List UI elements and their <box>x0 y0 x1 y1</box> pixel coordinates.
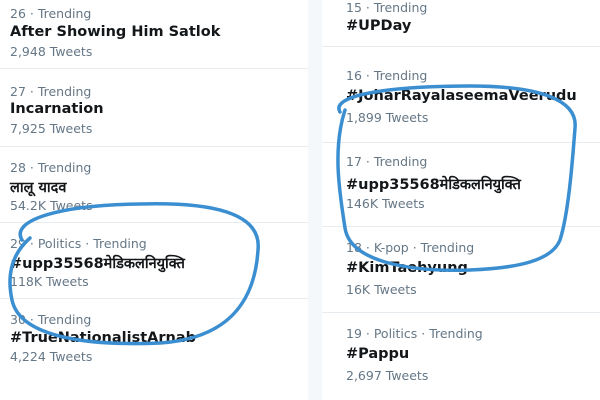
trend-meta: 27 · Trending <box>10 84 92 99</box>
trend-tweet-count: 16K Tweets <box>346 282 417 297</box>
trend-tweet-count: 54.2K Tweets <box>10 198 93 213</box>
trend-name: #Pappu <box>346 346 410 362</box>
trend-meta: 17 · Trending <box>346 154 428 169</box>
trend-tweet-count: 118K Tweets <box>10 274 89 289</box>
trend-tweet-count: 2,948 Tweets <box>10 44 93 59</box>
trend-item[interactable]: 18 · K-pop · Trending #KimTaehyung 16K T… <box>322 232 600 313</box>
left-trends-panel: 26 · Trending After Showing Him Satlok 2… <box>0 0 308 400</box>
trend-item[interactable]: 16 · Trending #JoharRayalaseemaVeerudu 1… <box>322 60 600 143</box>
trend-meta: 16 · Trending <box>346 68 428 83</box>
trend-meta: 15 · Trending <box>346 0 428 15</box>
trend-tweet-count: 1,899 Tweets <box>346 110 429 125</box>
trend-name: #UPDay <box>346 18 412 34</box>
trend-item[interactable]: 30 · Trending #TrueNationalistArnab 4,22… <box>0 306 308 376</box>
trend-name: #upp35568मेडिकलनियुक्ति <box>10 256 185 272</box>
trend-meta: 19 · Politics · Trending <box>346 326 483 341</box>
trend-name: After Showing Him Satlok <box>10 24 221 40</box>
trend-name: लालू यादव <box>10 180 67 196</box>
trend-item[interactable]: 19 · Politics · Trending #Pappu 2,697 Tw… <box>322 318 600 398</box>
trend-item[interactable]: 29 · Politics · Trending #upp35568मेडिकल… <box>0 230 308 299</box>
trend-tweet-count: 7,925 Tweets <box>10 121 93 136</box>
trend-name: #KimTaehyung <box>346 260 468 276</box>
trend-meta: 29 · Politics · Trending <box>10 236 147 251</box>
trend-tweet-count: 4,224 Tweets <box>10 349 93 364</box>
trend-meta: 18 · K-pop · Trending <box>346 240 475 255</box>
trend-meta: 30 · Trending <box>10 312 92 327</box>
trend-item[interactable]: 26 · Trending After Showing Him Satlok 2… <box>0 0 308 69</box>
trend-name: #TrueNationalistArnab <box>10 330 197 346</box>
trend-tweet-count: 2,697 Tweets <box>346 368 429 383</box>
trend-name: #upp35568मेडिकलनियुक्ति <box>346 177 521 193</box>
trend-meta: 28 · Trending <box>10 160 92 175</box>
trend-item[interactable]: 27 · Trending Incarnation 7,925 Tweets <box>0 78 308 147</box>
trend-item[interactable]: 17 · Trending #upp35568मेडिकलनियुक्ति 14… <box>322 146 600 227</box>
trend-name: #JoharRayalaseemaVeerudu <box>346 88 577 104</box>
trend-item[interactable]: 28 · Trending लालू यादव 54.2K Tweets <box>0 154 308 223</box>
trend-item[interactable]: 15 · Trending #UPDay <box>322 0 600 47</box>
trend-name: Incarnation <box>10 101 104 117</box>
trend-tweet-count: 146K Tweets <box>346 196 425 211</box>
right-trends-panel: 15 · Trending #UPDay 16 · Trending #Joha… <box>322 0 600 400</box>
trend-meta: 26 · Trending <box>10 6 92 21</box>
